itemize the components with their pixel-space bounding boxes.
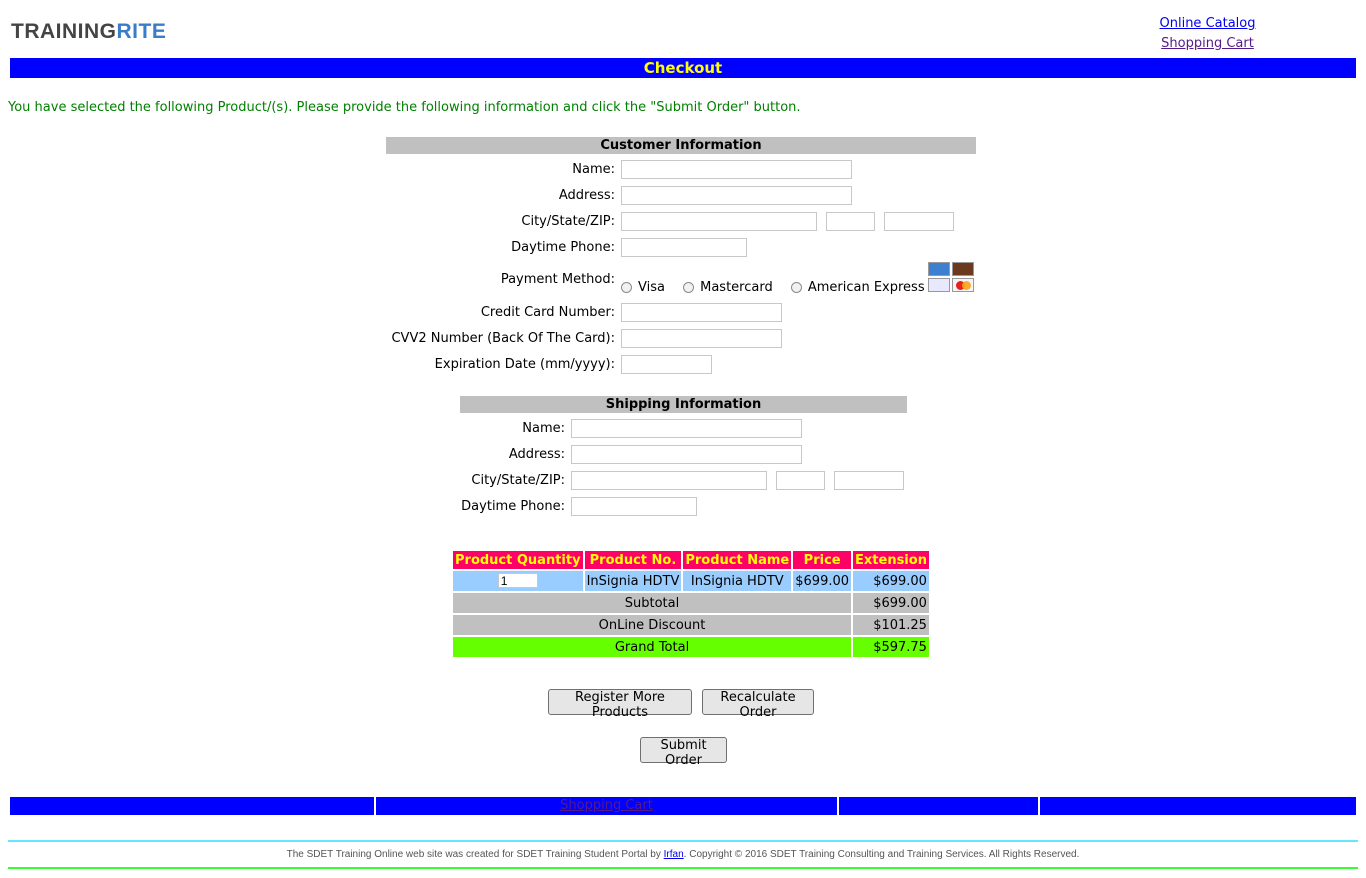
payment-method-label: Payment Method: — [500, 272, 615, 287]
subtotal-label: Subtotal — [453, 593, 852, 613]
shipping-phone-input[interactable] — [571, 497, 697, 516]
header-extension: Extension — [853, 551, 929, 569]
shipping-city-input[interactable] — [571, 471, 767, 490]
price-cell: $699.00 — [793, 571, 852, 591]
customer-name-input[interactable] — [621, 160, 852, 179]
extension-cell: $699.00 — [853, 571, 929, 591]
online-catalog-link[interactable]: Online Catalog — [1130, 14, 1285, 34]
header-price: Price — [793, 551, 852, 569]
cvv-input[interactable] — [621, 329, 782, 348]
grand-total-row: Grand Total $597.75 — [453, 637, 929, 657]
shipping-name-label: Name: — [522, 421, 565, 436]
discount-row: OnLine Discount $101.25 — [453, 615, 929, 635]
subtotal-value: $699.00 — [853, 593, 929, 613]
author-link[interactable]: Irfan — [664, 849, 684, 860]
product-no-cell: InSignia HDTV — [584, 571, 682, 591]
discount-label: OnLine Discount — [453, 615, 852, 635]
amex-radio[interactable] — [790, 282, 802, 293]
cvv-label: CVV2 Number (Back Of The Card): — [391, 331, 615, 346]
cc-number-input[interactable] — [621, 303, 782, 322]
copyright-text-start: The SDET Training Online web site was cr… — [286, 849, 664, 860]
copyright-note: The SDET Training Online web site was cr… — [0, 849, 1366, 860]
grand-total-value: $597.75 — [853, 637, 929, 657]
payment-mastercard-option[interactable]: Mastercard — [683, 280, 773, 295]
visa-radio[interactable] — [621, 282, 632, 293]
amex-label: American Express — [807, 280, 925, 295]
customer-info-heading: Customer Information — [386, 137, 976, 154]
footer-shopping-cart-link[interactable]: Shopping Cart — [560, 798, 653, 813]
cc-number-label: Credit Card Number: — [480, 305, 615, 320]
mastercard-label: Mastercard — [700, 280, 773, 295]
intro-text: You have selected the following Product/… — [8, 100, 801, 115]
header-quantity: Product Quantity — [453, 551, 583, 569]
shipping-address-input[interactable] — [571, 445, 802, 464]
mastercard-radio[interactable] — [683, 282, 695, 293]
customer-address-label: Address: — [558, 188, 615, 203]
customer-city-label: City/State/ZIP: — [521, 214, 615, 229]
footer-divider-top — [8, 840, 1358, 842]
grand-total-label: Grand Total — [453, 637, 852, 657]
quantity-input[interactable] — [497, 573, 538, 589]
footer-bar-cell-3 — [839, 797, 1038, 815]
shipping-phone-label: Daytime Phone: — [461, 499, 565, 514]
shipping-name-input[interactable] — [571, 419, 802, 438]
order-table-header: Product Quantity Product No. Product Nam… — [453, 551, 929, 569]
copyright-text-end: . Copyright © 2016 SDET Training Consult… — [683, 849, 1080, 860]
customer-address-input[interactable] — [621, 186, 852, 205]
customer-phone-input[interactable] — [621, 238, 747, 257]
shipping-city-label: City/State/ZIP: — [471, 473, 565, 488]
customer-phone-label: Daytime Phone: — [511, 240, 615, 255]
top-nav: Online Catalog Shopping Cart — [1130, 14, 1285, 54]
customer-name-label: Name: — [572, 162, 615, 177]
payment-amex-option[interactable]: American Express — [790, 280, 925, 295]
product-name-cell: InSignia HDTV — [683, 571, 792, 591]
register-more-products-button[interactable]: Register More Products — [548, 689, 692, 720]
expiry-label: Expiration Date (mm/yyyy): — [434, 357, 615, 372]
payment-method-options: Visa Mastercard American Express — [621, 280, 925, 295]
footer-divider-bottom — [8, 867, 1358, 869]
header-product-name: Product Name — [683, 551, 792, 569]
footer-bar-cell-1 — [10, 797, 374, 815]
order-table: Product Quantity Product No. Product Nam… — [451, 549, 931, 659]
logo-text-training: TRAINING — [11, 20, 117, 43]
customer-state-input[interactable] — [826, 212, 875, 231]
shipping-address-label: Address: — [508, 447, 565, 462]
payment-visa-option[interactable]: Visa — [621, 280, 665, 295]
shipping-zip-input[interactable] — [834, 471, 904, 490]
header-product-no: Product No. — [584, 551, 682, 569]
shopping-cart-link[interactable]: Shopping Cart — [1130, 34, 1285, 54]
site-logo: TRAININGRITE — [11, 20, 166, 44]
logo-text-rite: RITE — [116, 20, 167, 43]
credit-cards-icon — [928, 262, 975, 292]
shipping-info-heading: Shipping Information — [460, 396, 907, 413]
shipping-state-input[interactable] — [776, 471, 825, 490]
footer-bar-cell-2: Shopping Cart — [376, 797, 837, 815]
expiry-input[interactable] — [621, 355, 712, 374]
visa-label: Visa — [638, 280, 665, 295]
discount-value: $101.25 — [853, 615, 929, 635]
quantity-cell — [453, 571, 583, 591]
customer-zip-input[interactable] — [884, 212, 954, 231]
footer-bar-cell-4 — [1040, 797, 1356, 815]
submit-order-button[interactable]: Submit Order — [640, 737, 727, 768]
subtotal-row: Subtotal $699.00 — [453, 593, 929, 613]
checkout-banner: Checkout — [10, 58, 1356, 78]
recalculate-order-button[interactable]: Recalculate Order — [702, 689, 814, 720]
table-row: InSignia HDTV InSignia HDTV $699.00 $699… — [453, 571, 929, 591]
customer-city-input[interactable] — [621, 212, 817, 231]
